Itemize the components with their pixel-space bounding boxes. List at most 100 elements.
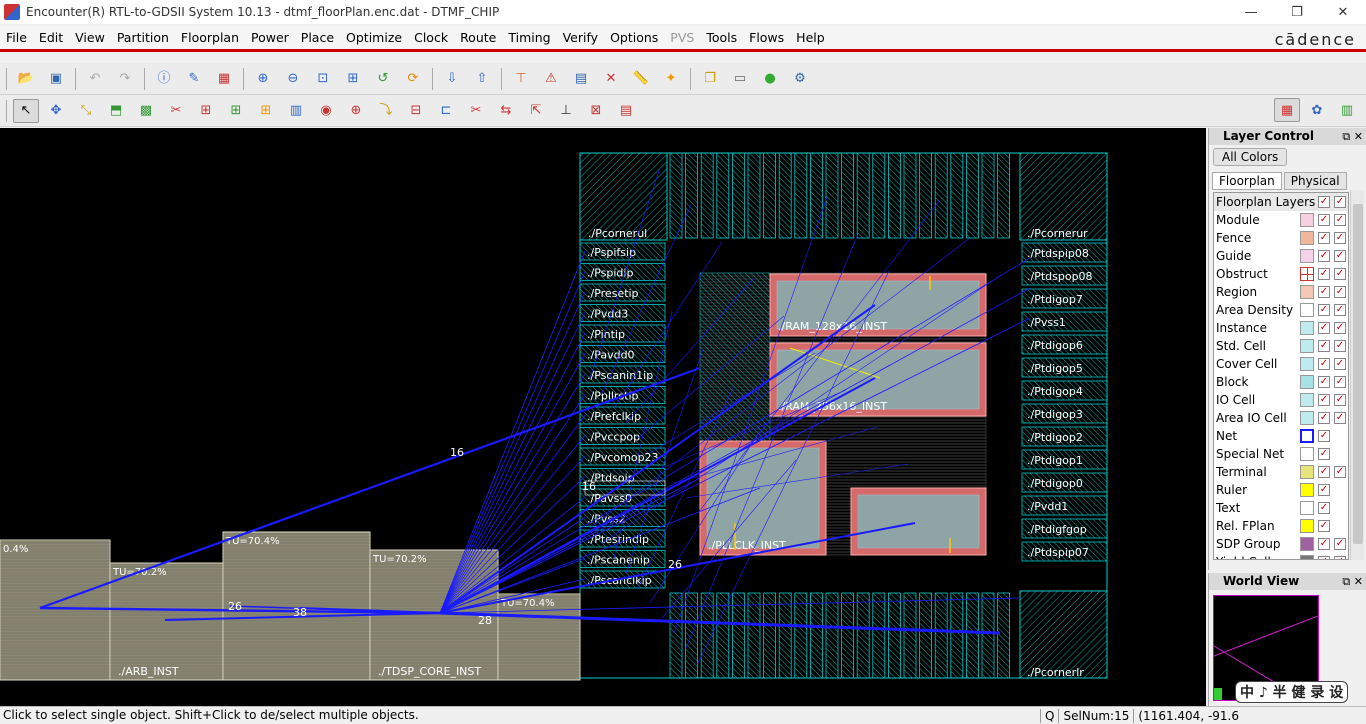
layer-color-swatch[interactable] — [1300, 357, 1314, 371]
menu-optimize[interactable]: Optimize — [340, 30, 408, 45]
zoom-fit-button[interactable]: ⊞ — [340, 67, 366, 91]
undo-button[interactable]: ↶ — [82, 67, 108, 91]
layer-row-fence[interactable]: Fence ✓ ✓ — [1214, 229, 1348, 247]
settings-button[interactable]: ⚙ — [787, 67, 813, 91]
scroll-thumb[interactable] — [1353, 204, 1363, 544]
amoeba-view-button[interactable]: ✿ — [1304, 98, 1330, 122]
layer-color-swatch[interactable] — [1300, 537, 1314, 551]
select-button[interactable]: ↖ — [13, 98, 39, 123]
layer-color-swatch[interactable] — [1300, 465, 1314, 479]
layer-row-ruler[interactable]: Ruler ✓ — [1214, 481, 1348, 499]
layer-select-checkbox[interactable]: ✓ — [1334, 412, 1346, 424]
layer-select-checkbox[interactable]: ✓ — [1334, 358, 1346, 370]
layer-visible-checkbox[interactable]: ✓ — [1318, 448, 1330, 460]
stretch-button[interactable]: ✂ — [463, 99, 489, 123]
route-button[interactable]: ⤡ — [73, 99, 99, 123]
resize-button[interactable]: ⬒ — [103, 99, 129, 123]
layer-row-io-cell[interactable]: IO Cell ✓ ✓ — [1214, 391, 1348, 409]
layer-color-swatch[interactable] — [1300, 555, 1314, 559]
module-button[interactable]: ▩ — [133, 99, 159, 123]
zoom-area-button[interactable]: ⊡ — [310, 67, 336, 91]
layer-visible-checkbox[interactable]: ✓ — [1318, 484, 1330, 496]
layer-color-swatch[interactable] — [1300, 249, 1314, 263]
clear-violation-button[interactable]: ✕ — [598, 67, 624, 91]
layer-color-swatch[interactable] — [1300, 285, 1314, 299]
layer-select-checkbox[interactable]: ✓ — [1334, 232, 1346, 244]
menu-route[interactable]: Route — [454, 30, 502, 45]
layer-row-cover-cell[interactable]: Cover Cell ✓ ✓ — [1214, 355, 1348, 373]
layer-visible-checkbox[interactable]: ✓ — [1318, 340, 1330, 352]
layer-color-swatch[interactable] — [1300, 213, 1314, 227]
zoom-out-button[interactable]: ⊖ — [280, 67, 306, 91]
all-colors-button[interactable]: All Colors — [1213, 148, 1288, 166]
flip-button[interactable]: ⇱ — [523, 99, 549, 123]
layer-row-text[interactable]: Text ✓ — [1214, 499, 1348, 517]
menu-options[interactable]: Options — [604, 30, 664, 45]
layer-color-swatch[interactable] — [1300, 393, 1314, 407]
pin-button[interactable]: ⊏ — [433, 99, 459, 123]
float-icon[interactable]: ⧉ — [1342, 575, 1350, 588]
redo-button[interactable]: ↷ — [112, 67, 138, 91]
layer-row-region[interactable]: Region ✓ ✓ — [1214, 283, 1348, 301]
layer-visible-checkbox[interactable]: ✓ — [1318, 232, 1330, 244]
menu-clock[interactable]: Clock — [408, 30, 454, 45]
layer-row-guide[interactable]: Guide ✓ ✓ — [1214, 247, 1348, 265]
ruler-button[interactable]: 📏 — [628, 67, 654, 91]
layer-select-checkbox[interactable]: ✓ — [1334, 304, 1346, 316]
layer-visible-checkbox[interactable]: ✓ — [1318, 394, 1330, 406]
layer-color-swatch[interactable] — [1300, 501, 1314, 515]
layer-color-swatch[interactable] — [1300, 483, 1314, 497]
spacing-button[interactable]: ⤵ — [373, 99, 399, 123]
close-panel-icon[interactable]: ✕ — [1354, 130, 1363, 143]
layer-row-sdp-group[interactable]: SDP Group ✓ ✓ — [1214, 535, 1348, 553]
tab-floorplan[interactable]: Floorplan — [1212, 172, 1282, 190]
floorplan-button[interactable]: ⊟ — [403, 99, 429, 123]
physical-view-button[interactable]: ▥ — [1334, 98, 1360, 122]
layer-color-swatch[interactable] — [1300, 267, 1314, 281]
cut-button[interactable]: ✂ — [163, 99, 189, 123]
layer-select-checkbox[interactable]: ✓ — [1334, 556, 1346, 559]
menu-pvs[interactable]: PVS — [664, 30, 700, 45]
layer-visible-checkbox[interactable]: ✓ — [1318, 304, 1330, 316]
layer-visible-checkbox[interactable]: ✓ — [1318, 538, 1330, 550]
layer-row-instance[interactable]: Instance ✓ ✓ — [1214, 319, 1348, 337]
zoom-previous-button[interactable]: ↺ — [370, 67, 396, 91]
layer-color-swatch[interactable] — [1300, 411, 1314, 425]
relative-button[interactable]: ▤ — [613, 99, 639, 123]
violation-button[interactable]: ⚠ — [538, 67, 564, 91]
layer-select-checkbox[interactable]: ✓ — [1334, 286, 1346, 298]
import-button[interactable]: ⇩ — [439, 67, 465, 91]
layer-row-area-density[interactable]: Area Density ✓ ✓ — [1214, 301, 1348, 319]
layer-color-swatch[interactable] — [1300, 519, 1314, 533]
clipboard-button[interactable]: ▭ — [727, 67, 753, 91]
browser-button[interactable]: ▤ — [568, 67, 594, 91]
menu-partition[interactable]: Partition — [111, 30, 175, 45]
layer-select-checkbox[interactable]: ✓ — [1334, 250, 1346, 262]
move-button[interactable]: ✥ — [43, 99, 69, 123]
info-button[interactable]: ⓘ — [151, 67, 177, 91]
layer-header-select-checkbox[interactable]: ✓ — [1334, 196, 1346, 208]
layer-visible-checkbox[interactable]: ✓ — [1318, 520, 1330, 532]
layer-visible-checkbox[interactable]: ✓ — [1318, 556, 1330, 559]
highlight-button[interactable]: ✦ — [658, 67, 684, 91]
tab-physical[interactable]: Physical — [1283, 172, 1347, 190]
menu-view[interactable]: View — [69, 30, 111, 45]
layer-visible-checkbox[interactable]: ✓ — [1318, 286, 1330, 298]
layer-visible-checkbox[interactable]: ✓ — [1318, 412, 1330, 424]
brush-button[interactable]: ✎ — [181, 67, 207, 91]
layer-header-visible-checkbox[interactable]: ✓ — [1318, 196, 1330, 208]
place-instance-button[interactable]: ⊞ — [253, 99, 279, 123]
design-canvas[interactable]: ./Pcornerul ./Pcornerur ./Pcornerlr ./Pspif… — [0, 128, 1206, 706]
layer-visible-checkbox[interactable]: ✓ — [1318, 322, 1330, 334]
layer-list-scrollbar[interactable] — [1350, 190, 1364, 560]
globe-button[interactable]: ● — [757, 67, 783, 91]
menu-file[interactable]: File — [0, 30, 33, 45]
minimize-button[interactable]: — — [1228, 0, 1274, 24]
layer-visible-checkbox[interactable]: ✓ — [1318, 268, 1330, 280]
layer-visible-checkbox[interactable]: ✓ — [1318, 502, 1330, 514]
export-button[interactable]: ⇧ — [469, 67, 495, 91]
layer-row-area-io-cell[interactable]: Area IO Cell ✓ ✓ — [1214, 409, 1348, 427]
restore-button[interactable]: ❐ — [1274, 0, 1320, 24]
block-button[interactable]: ◉ — [313, 99, 339, 123]
layer-color-swatch[interactable] — [1300, 447, 1314, 461]
